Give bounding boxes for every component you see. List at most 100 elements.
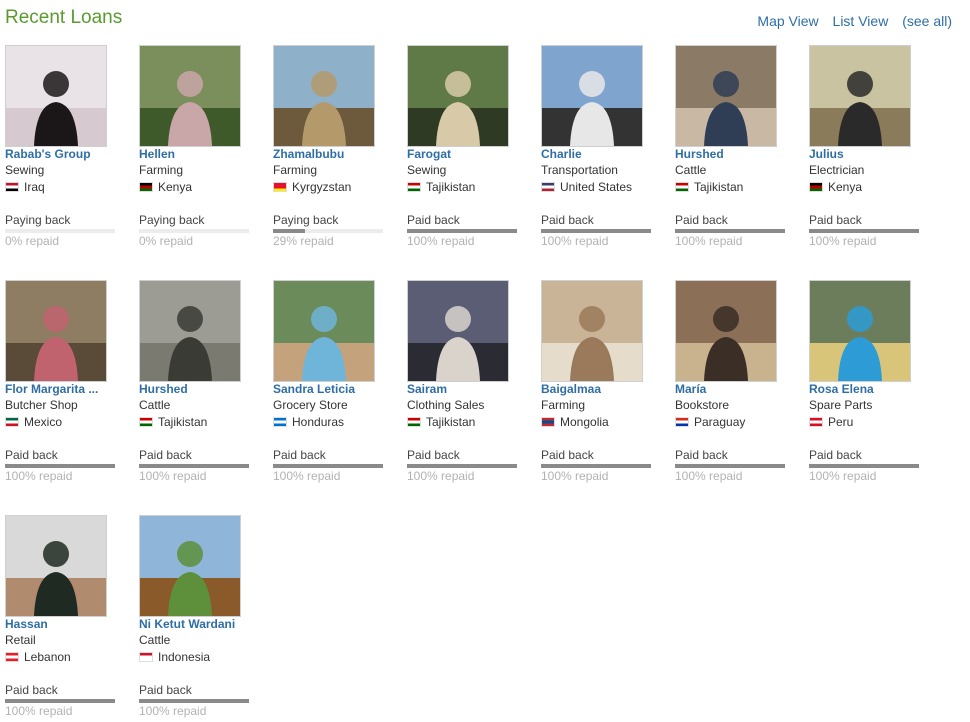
repayment-progress-fill <box>541 229 651 233</box>
repayment-progress-bar <box>675 464 785 468</box>
borrower-photo[interactable] <box>5 280 107 382</box>
loan-status: Paid back <box>675 448 728 462</box>
repayment-progress-fill <box>809 464 919 468</box>
borrower-photo[interactable] <box>407 45 509 147</box>
borrower-photo[interactable] <box>675 280 777 382</box>
loan-card[interactable]: Flor Margarita ... Butcher Shop Mexico Paid… <box>5 280 125 483</box>
repayment-progress-fill <box>809 229 919 233</box>
loan-sector: Cattle <box>139 633 171 647</box>
view-links: Map View List View (see all) <box>747 13 952 29</box>
loan-card[interactable]: Julius Electrician Kenya Paid back 100% repa… <box>809 45 929 248</box>
borrower-name-link[interactable]: Sandra Leticia <box>273 382 355 396</box>
repaid-percent: 100% repaid <box>5 469 73 483</box>
country-flag-icon <box>809 417 823 427</box>
list-view-link[interactable]: List View <box>833 13 889 29</box>
borrower-photo[interactable] <box>139 45 241 147</box>
country-name: United States <box>560 180 633 194</box>
borrower-photo[interactable] <box>273 45 375 147</box>
repayment-progress-fill <box>5 464 115 468</box>
loan-card[interactable]: Baigalmaa Farming Mongolia Paid back 100% re… <box>541 280 661 483</box>
country-name: Mongolia <box>560 415 609 429</box>
borrower-name-link[interactable]: Hurshed <box>675 147 724 161</box>
borrower-name-link[interactable]: Rabab's Group <box>5 147 91 161</box>
country-flag-icon <box>139 417 153 427</box>
repaid-percent: 100% repaid <box>809 469 877 483</box>
borrower-name-link[interactable]: Hurshed <box>139 382 188 396</box>
loan-card[interactable]: Ni Ketut Wardani Cattle Indonesia Paid back… <box>139 515 259 718</box>
borrower-name-link[interactable]: Sairam <box>407 382 447 396</box>
loan-status: Paid back <box>541 448 594 462</box>
repaid-percent: 100% repaid <box>273 469 341 483</box>
country-name: Mexico <box>24 415 63 429</box>
repaid-percent: 0% repaid <box>139 234 194 248</box>
borrower-name-link[interactable]: Flor Margarita ... <box>5 382 98 396</box>
country-name: Lebanon <box>24 650 71 664</box>
loan-card[interactable]: Sairam Clothing Sales Tajikistan Paid back 1… <box>407 280 527 483</box>
borrower-name-link[interactable]: Julius <box>809 147 844 161</box>
borrower-name-link[interactable]: Charlie <box>541 147 582 161</box>
loan-card[interactable]: María Bookstore Paraguay Paid back 100% repa… <box>675 280 795 483</box>
see-all-link[interactable]: (see all) <box>902 13 952 29</box>
borrower-photo[interactable] <box>139 280 241 382</box>
loan-sector: Bookstore <box>675 398 730 412</box>
country-name: Peru <box>828 415 854 429</box>
loan-sector: Farming <box>273 163 318 177</box>
repaid-percent: 100% repaid <box>5 704 73 718</box>
loan-card[interactable]: Rabab's Group Sewing Iraq Paying back 0% rep… <box>5 45 125 248</box>
loan-country: Tajikistan <box>675 180 743 194</box>
repaid-percent: 0% repaid <box>5 234 60 248</box>
borrower-photo[interactable] <box>139 515 241 617</box>
repaid-percent: 100% repaid <box>809 234 877 248</box>
loan-card[interactable]: Hurshed Cattle Tajikistan Paid back 100% rep… <box>139 280 259 483</box>
loan-card[interactable]: Charlie Transportation United States Paid b… <box>541 45 661 248</box>
borrower-name-link[interactable]: Farogat <box>407 147 451 161</box>
borrower-photo[interactable] <box>273 280 375 382</box>
country-flag-icon <box>809 182 823 192</box>
repayment-progress-bar <box>139 229 249 233</box>
country-flag-icon <box>675 182 689 192</box>
borrower-name-link[interactable]: Ni Ketut Wardani <box>139 617 235 631</box>
loan-status: Paid back <box>809 213 862 227</box>
repayment-progress-fill <box>541 464 651 468</box>
repayment-progress-fill <box>273 229 305 233</box>
borrower-photo[interactable] <box>809 45 911 147</box>
repayment-progress-fill <box>675 464 785 468</box>
borrower-photo[interactable] <box>541 45 643 147</box>
borrower-name-link[interactable]: Baigalmaa <box>541 382 601 396</box>
loan-card[interactable]: Sandra Leticia Grocery Store Honduras Paid … <box>273 280 393 483</box>
loan-card[interactable]: Hurshed Cattle Tajikistan Paid back 100% rep… <box>675 45 795 248</box>
borrower-photo[interactable] <box>541 280 643 382</box>
loan-card[interactable]: Farogat Sewing Tajikistan Paid back 100% rep… <box>407 45 527 248</box>
repayment-progress-bar <box>5 699 115 703</box>
loan-card[interactable]: Hellen Farming Kenya Paying back 0% repaid <box>139 45 259 248</box>
borrower-photo[interactable] <box>5 515 107 617</box>
repaid-percent: 100% repaid <box>675 234 743 248</box>
repayment-progress-fill <box>5 699 115 703</box>
borrower-photo[interactable] <box>809 280 911 382</box>
loan-card[interactable]: Hassan Retail Lebanon Paid back 100% repaid <box>5 515 125 718</box>
loan-card[interactable]: Rosa Elena Spare Parts Peru Paid back 100% r… <box>809 280 929 483</box>
loan-sector: Electrician <box>809 163 865 177</box>
loan-sector: Butcher Shop <box>5 398 78 412</box>
map-view-link[interactable]: Map View <box>757 13 818 29</box>
country-flag-icon <box>407 417 421 427</box>
borrower-name-link[interactable]: María <box>675 382 706 396</box>
borrower-photo[interactable] <box>675 45 777 147</box>
borrower-name-link[interactable]: Hellen <box>139 147 175 161</box>
country-name: Iraq <box>24 180 45 194</box>
repaid-percent: 100% repaid <box>541 469 609 483</box>
loan-status: Paying back <box>273 213 339 227</box>
borrower-name-link[interactable]: Zhamalbubu <box>273 147 344 161</box>
loan-card[interactable]: Zhamalbubu Farming Kyrgyzstan Paying back 29… <box>273 45 393 248</box>
loan-country: Mexico <box>5 415 62 429</box>
loan-status: Paid back <box>273 448 326 462</box>
borrower-photo[interactable] <box>5 45 107 147</box>
repayment-progress-bar <box>5 229 115 233</box>
repayment-progress-fill <box>273 464 383 468</box>
borrower-photo[interactable] <box>407 280 509 382</box>
borrower-name-link[interactable]: Hassan <box>5 617 48 631</box>
repayment-progress-fill <box>139 464 249 468</box>
borrower-name-link[interactable]: Rosa Elena <box>809 382 874 396</box>
loan-sector: Transportation <box>541 163 618 177</box>
loan-sector: Farming <box>139 163 184 177</box>
